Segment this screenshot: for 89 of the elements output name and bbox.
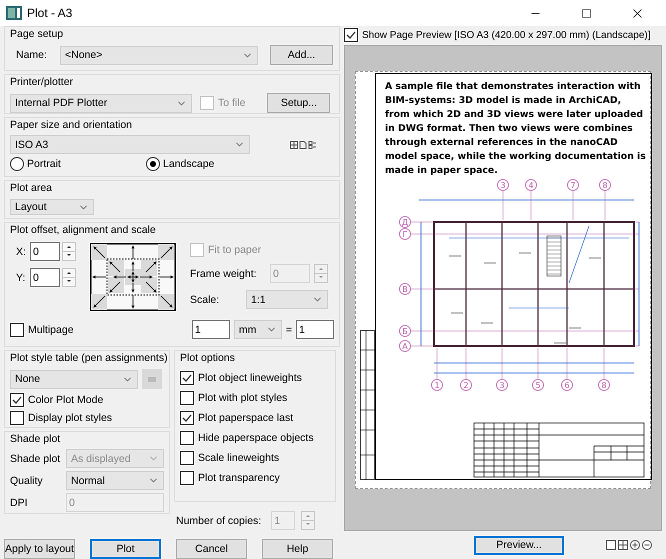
checkbox-label: Multipage (28, 324, 74, 336)
zoom-out-icon[interactable] (642, 540, 652, 550)
maximize-icon[interactable] (580, 8, 592, 18)
checkbox[interactable] (180, 451, 194, 465)
axis-marker: 7 (567, 179, 579, 191)
checkbox[interactable] (180, 431, 194, 445)
checkbox-label: Fit to paper (208, 244, 262, 256)
field-label: Quality (10, 474, 44, 486)
checkbox-label: Color Plot Mode (28, 394, 104, 406)
axis-marker: 4 (525, 179, 537, 191)
description-text: A sample file that demonstrates interaction with BIM-systems: 3D model is made in ArchiCAD, from which 2D and 3D views were later uploaded in DWG format. Then two views were combines through external references in the nanoCAD model space, while the working documentation is made in paper space. (385, 80, 647, 178)
equals-label: = (286, 324, 292, 336)
alignment-grid-drawing[interactable] (90, 243, 176, 311)
checkbox-label: Hide paperspace objects (198, 432, 314, 444)
radio-label: Portrait (27, 158, 61, 170)
group-title: Printer/plotter (10, 76, 74, 89)
axis-marker: В (399, 283, 411, 295)
axis-marker: 8 (599, 179, 611, 191)
checkbox[interactable] (10, 411, 24, 425)
group-title: Page setup (10, 28, 64, 41)
group-title: Plot area (10, 182, 54, 195)
axis-marker: 2 (460, 379, 472, 391)
setup-button[interactable]: Setup... (267, 93, 330, 113)
group-title: Shade plot (10, 433, 62, 446)
checkbox-label: Plot paperspace last (198, 412, 294, 424)
checkbox[interactable] (180, 471, 194, 485)
dropdown[interactable]: <None> (60, 46, 258, 64)
spin-buttons[interactable] (62, 268, 76, 287)
checkbox[interactable] (10, 322, 24, 336)
dropdown[interactable]: 1:1 (246, 290, 328, 309)
axis-marker: 8 (598, 379, 610, 391)
axis-marker: 1 (431, 379, 443, 391)
dropdown[interactable]: Internal PDF Plotter (10, 94, 192, 112)
field-label: Number of copies: (176, 514, 262, 526)
axis-marker: А (399, 340, 411, 352)
number-field[interactable]: 1 (296, 320, 334, 339)
field-label: Scale: (190, 294, 220, 306)
field-label: Frame weight: (190, 268, 258, 280)
checkbox-label: Plot with plot styles (198, 392, 288, 404)
checkbox[interactable] (180, 371, 194, 385)
field-label: Name: (15, 49, 48, 61)
checkbox[interactable] (180, 411, 194, 425)
field-label: Shade plot (10, 452, 62, 464)
dialog-button[interactable]: Help (262, 539, 333, 559)
dropdown[interactable]: Normal (66, 471, 164, 490)
axis-marker: 3 (497, 179, 509, 191)
checkbox-label: To file (218, 97, 246, 109)
axis-marker: Д (399, 216, 411, 228)
dropdown[interactable]: Layout (10, 199, 94, 215)
checkbox-label: Plot object lineweights (198, 372, 302, 384)
field-label: DPI (10, 496, 29, 508)
checkbox-label: Scale lineweights (198, 452, 280, 464)
radio-button[interactable] (10, 157, 24, 171)
dropdown[interactable]: None (10, 370, 138, 388)
grid-pages-icon[interactable] (618, 540, 628, 550)
checkbox[interactable] (344, 28, 358, 42)
radio-label: Landscape (163, 158, 214, 170)
field-label: X: (16, 246, 27, 258)
window-title: Plot - A3 (27, 6, 74, 20)
dropdown[interactable]: mm (234, 320, 282, 339)
axis-marker: 6 (561, 379, 573, 391)
group-title: Plot options (180, 352, 236, 365)
single-page-icon[interactable] (606, 540, 616, 550)
axis-marker: Б (399, 325, 411, 337)
dropdown[interactable]: ISO A3 (10, 135, 250, 154)
dialog-button[interactable]: Apply to layout (4, 539, 75, 559)
dialog-button[interactable]: Cancel (176, 539, 247, 559)
checkbox[interactable] (10, 393, 24, 407)
checkbox-label: Show Page Preview [ISO A3 (420.00 x 297.00 mm) (Landscape)] (362, 30, 650, 40)
number-field[interactable]: 0 (30, 242, 60, 261)
add-button[interactable]: Add... (270, 45, 333, 65)
app-icon (6, 6, 22, 20)
preview-button[interactable]: Preview... (474, 536, 564, 554)
field-label: Y: (16, 272, 26, 284)
radio-button[interactable] (146, 157, 160, 171)
spin-buttons[interactable] (62, 242, 76, 261)
checkbox-label: Display plot styles (28, 412, 112, 424)
checkbox-label: Plot transparency (198, 472, 280, 484)
dialog-button[interactable]: Plot (90, 539, 161, 559)
group-title: Plot offset, alignment and scale (10, 224, 157, 237)
group-title: Paper size and orientation (10, 119, 133, 132)
checkbox[interactable] (180, 391, 194, 405)
number-field[interactable]: 0 (30, 268, 60, 287)
axis-marker: 3 (496, 379, 508, 391)
zoom-in-icon[interactable] (630, 540, 640, 550)
number-field[interactable]: 1 (192, 320, 230, 339)
paper-tools-icon (290, 140, 316, 148)
axis-marker: Г (399, 228, 411, 240)
axis-marker: 5 (532, 379, 544, 391)
